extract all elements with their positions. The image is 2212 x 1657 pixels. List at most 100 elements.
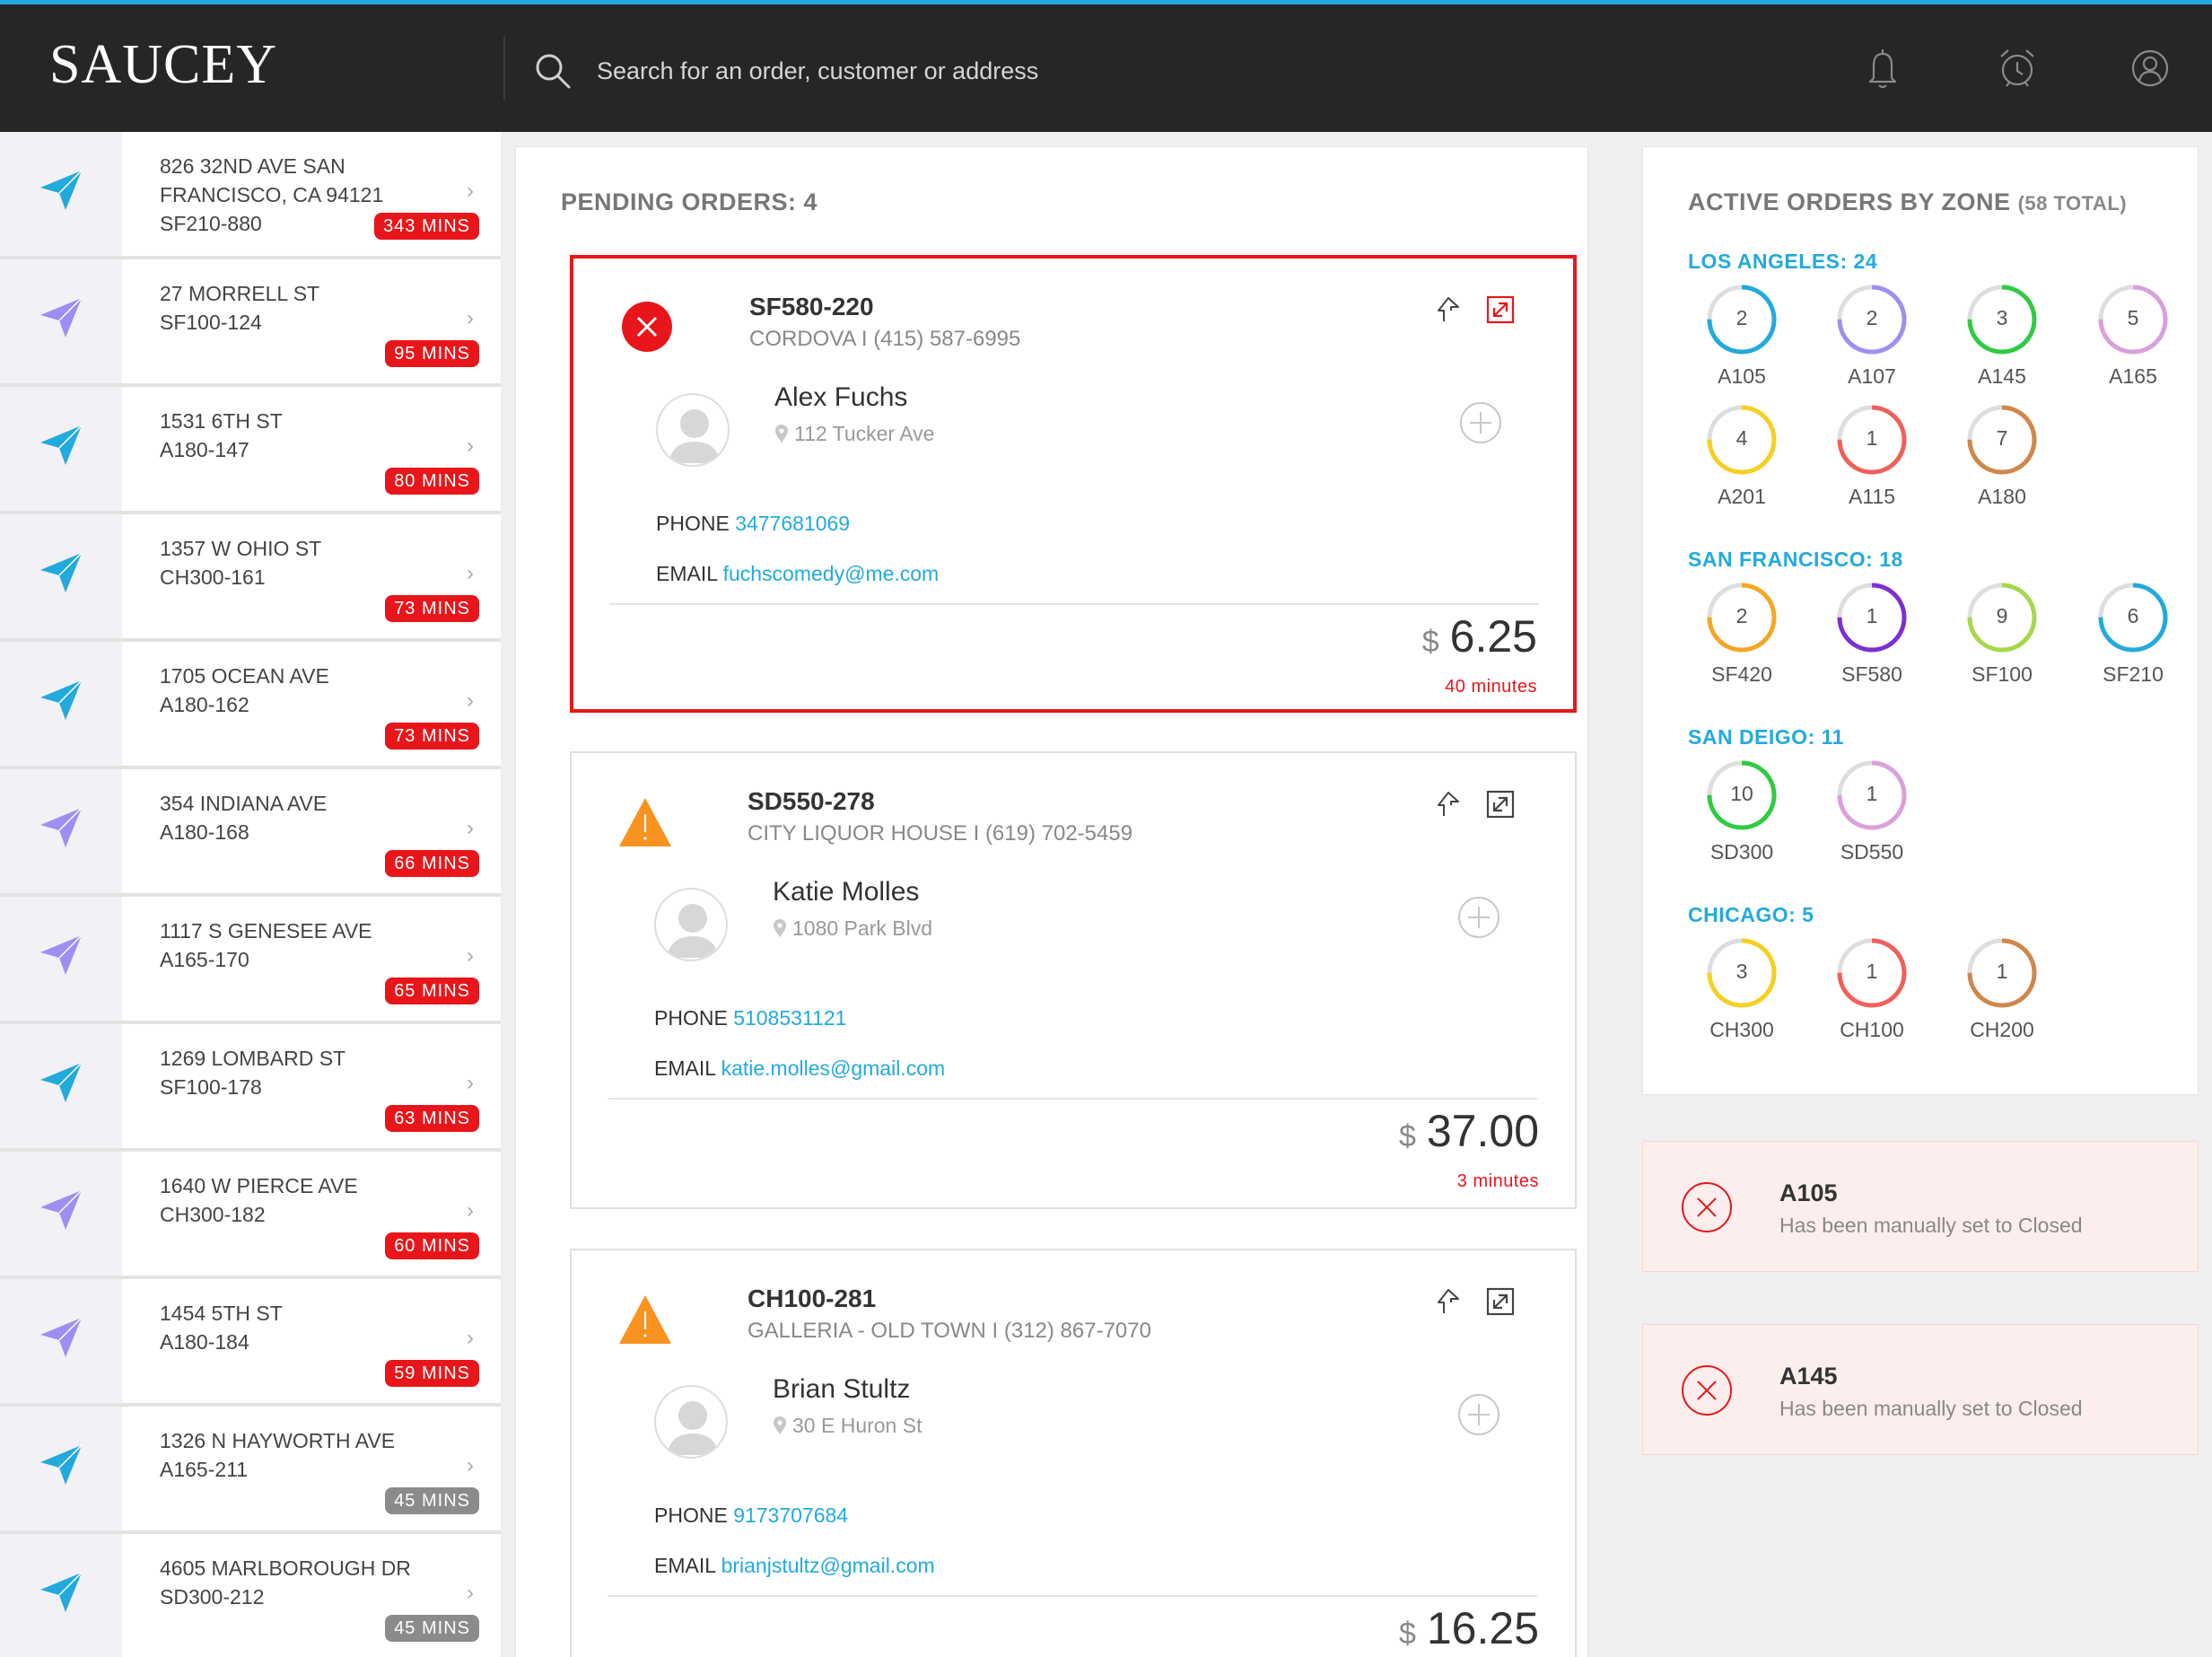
- order-card[interactable]: SD550-278 CITY LIQUOR HOUSE I (619) 702-5…: [570, 751, 1577, 1209]
- queue-item[interactable]: 1640 W PIERCE AVE CH300-182 › 60 MINS: [0, 1152, 501, 1279]
- zone-a201[interactable]: 4 A201: [1679, 404, 1805, 526]
- order-amount: 6.25: [1449, 611, 1537, 662]
- zone-sd300[interactable]: 10 SD300: [1679, 759, 1805, 881]
- zone-closed-notification[interactable]: A145 Has been manually set to Closed: [1642, 1324, 2199, 1455]
- paper-plane-icon: [40, 934, 83, 975]
- phone-row: PHONE 5108531121: [654, 1006, 846, 1030]
- queue-item[interactable]: 1117 S GENESEE AVE A165-170 › 65 MINS: [0, 897, 501, 1024]
- zone-count: 1: [1866, 782, 1878, 805]
- queue-item[interactable]: 1454 5TH ST A180-184 › 59 MINS: [0, 1279, 501, 1407]
- order-card[interactable]: CH100-281 GALLERIA - OLD TOWN I (312) 867…: [570, 1249, 1577, 1657]
- brand-logo[interactable]: SAUCEY: [49, 33, 277, 97]
- user-icon[interactable]: [2129, 46, 2172, 91]
- queue-item-line: 1269 LOMBARD ST: [160, 1047, 346, 1070]
- bell-icon[interactable]: [1861, 46, 1904, 91]
- add-circle-icon[interactable]: [1458, 400, 1503, 445]
- queue-item-line: A180-184: [160, 1330, 249, 1354]
- notification-message: Has been manually set to Closed: [1779, 1397, 2083, 1420]
- zone-name: CH200: [1970, 1018, 2034, 1041]
- add-circle-icon[interactable]: [1456, 1392, 1501, 1437]
- queue-item-line: CH300-161: [160, 565, 266, 589]
- zone-closed-notification[interactable]: A105 Has been manually set to Closed: [1642, 1141, 2199, 1272]
- zone-count: 1: [1866, 426, 1878, 450]
- zone-count: 4: [1736, 426, 1748, 450]
- queue-item[interactable]: 826 32ND AVE SAN FRANCISCO, CA 94121 SF210…: [0, 132, 501, 259]
- reroute-icon[interactable]: [1433, 294, 1464, 325]
- chevron-right-icon: ›: [467, 306, 474, 330]
- phone-link[interactable]: 5108531121: [733, 1006, 846, 1030]
- queue-item[interactable]: 1357 W OHIO ST CH300-161 › 73 MINS: [0, 514, 501, 642]
- email-link[interactable]: brianjstultz@gmail.com: [721, 1554, 935, 1577]
- close-circle-icon: [1682, 1182, 1732, 1232]
- email-link[interactable]: katie.molles@gmail.com: [721, 1056, 946, 1080]
- phone-row: PHONE 3477681069: [656, 512, 850, 536]
- expand-icon[interactable]: [1485, 294, 1516, 325]
- pending-orders-title: PENDING ORDERS: 4: [561, 188, 818, 215]
- expand-icon[interactable]: [1485, 789, 1516, 820]
- zone-count: 9: [1996, 604, 2008, 627]
- order-divider: [609, 603, 1539, 605]
- zone-sf210[interactable]: 6 SF210: [2070, 582, 2196, 704]
- queue-item-icon-box: [0, 514, 122, 638]
- queue-item[interactable]: 1531 6TH ST A180-147 › 80 MINS: [0, 387, 501, 514]
- phone-link[interactable]: 3477681069: [735, 512, 850, 535]
- zone-count: 2: [1736, 306, 1748, 329]
- email-link[interactable]: fuchscomedy@me.com: [723, 562, 940, 585]
- zone-sf420[interactable]: 2 SF420: [1679, 582, 1805, 704]
- zone-sd550[interactable]: 1 SD550: [1809, 759, 1935, 881]
- customer-avatar: [656, 393, 730, 467]
- search-input[interactable]: [597, 48, 1404, 94]
- alarm-clock-icon[interactable]: [1996, 46, 2039, 91]
- zone-ch300[interactable]: 3 CH300: [1679, 937, 1805, 1059]
- phone-link[interactable]: 9173707684: [733, 1504, 848, 1527]
- reroute-icon[interactable]: [1433, 789, 1464, 820]
- order-card[interactable]: SF580-220 CORDOVA I (415) 587-6995 Alex Fu…: [570, 255, 1577, 713]
- customer-avatar: [654, 888, 728, 961]
- phone-row: PHONE 9173707684: [654, 1504, 848, 1528]
- expand-icon[interactable]: [1485, 1286, 1516, 1317]
- paper-plane-icon: [40, 552, 83, 592]
- queue-item[interactable]: 1326 N HAYWORTH AVE A165-211 › 45 MINS: [0, 1407, 501, 1534]
- currency-symbol: $: [1421, 625, 1439, 659]
- elapsed-time-badge: 65 MINS: [385, 978, 479, 1004]
- zone-name: CH100: [1840, 1018, 1904, 1041]
- elapsed-time-badge: 59 MINS: [385, 1360, 479, 1387]
- elapsed-time-badge: 66 MINS: [385, 850, 479, 877]
- app-header: SAUCEY: [0, 4, 2212, 132]
- queue-item[interactable]: 4605 MARLBOROUGH DR SD300-212 › 45 MINS: [0, 1534, 501, 1657]
- queue-item-line: 1357 W OHIO ST: [160, 537, 322, 560]
- zone-ch200[interactable]: 1 CH200: [1939, 937, 2065, 1059]
- zone-sf580[interactable]: 1 SF580: [1809, 582, 1935, 704]
- queue-item-line: A180-168: [160, 820, 249, 844]
- zone-sf100[interactable]: 9 SF100: [1939, 582, 2065, 704]
- city-heading: SAN DEIGO: 11: [1688, 725, 1844, 749]
- email-label: EMAIL: [654, 1554, 716, 1577]
- queue-item-line: 1531 6TH ST: [160, 409, 283, 433]
- add-circle-icon[interactable]: [1456, 895, 1501, 940]
- zone-a105[interactable]: 2 A105: [1679, 284, 1805, 406]
- zones-total: (58 TOTAL): [2017, 192, 2128, 215]
- zone-a115[interactable]: 1 A115: [1809, 404, 1935, 526]
- queue-item[interactable]: 354 INDIANA AVE A180-168 › 66 MINS: [0, 769, 501, 897]
- zone-name: A107: [1848, 364, 1896, 388]
- zone-a180[interactable]: 7 A180: [1939, 404, 2065, 526]
- zone-a145[interactable]: 3 A145: [1939, 284, 2065, 406]
- order-divider: [608, 1098, 1537, 1100]
- zone-count: 2: [1736, 604, 1748, 627]
- queue-item[interactable]: 1705 OCEAN AVE A180-162 › 73 MINS: [0, 642, 501, 769]
- avatar-placeholder-icon: [669, 409, 721, 463]
- queue-item[interactable]: 1269 LOMBARD ST SF100-178 › 63 MINS: [0, 1024, 501, 1152]
- reroute-icon[interactable]: [1433, 1286, 1464, 1317]
- queue-item-line: 826 32ND AVE SAN: [160, 154, 345, 178]
- warning-triangle-icon: [619, 1295, 671, 1344]
- email-row: EMAIL brianjstultz@gmail.com: [654, 1554, 935, 1578]
- zone-a165[interactable]: 5 A165: [2070, 284, 2196, 406]
- zone-ch100[interactable]: 1 CH100: [1809, 937, 1935, 1059]
- zone-a107[interactable]: 2 A107: [1809, 284, 1935, 406]
- queue-item[interactable]: 27 MORRELL ST SF100-124 › 95 MINS: [0, 259, 501, 387]
- order-id: SD550-278: [748, 787, 875, 815]
- zone-name: A145: [1978, 364, 2026, 388]
- customer-name: Brian Stultz: [773, 1374, 911, 1404]
- chevron-right-icon: ›: [467, 561, 474, 585]
- queue-item-line: 1326 N HAYWORTH AVE: [160, 1429, 396, 1452]
